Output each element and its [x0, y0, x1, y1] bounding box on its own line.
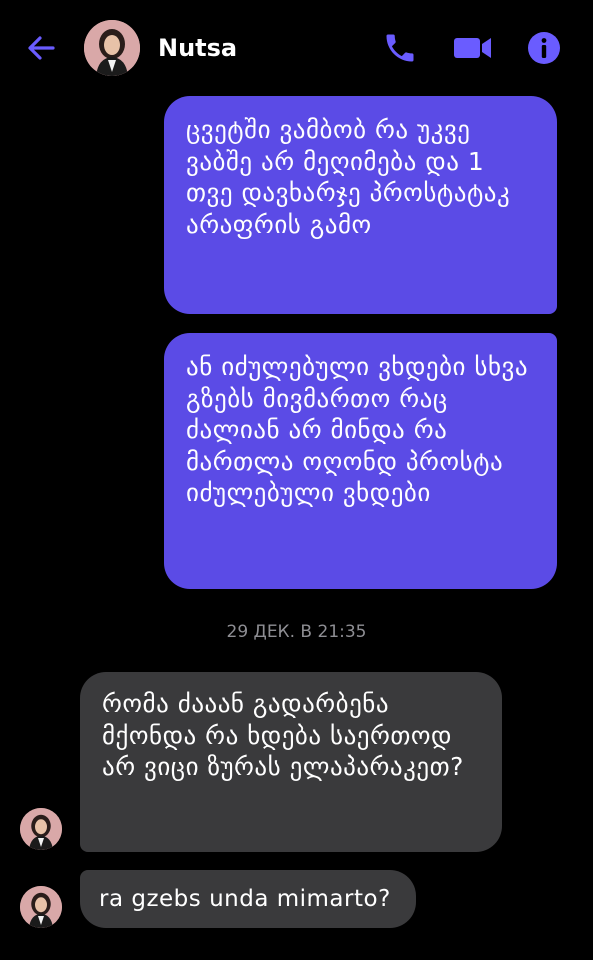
sent-message-bubble[interactable]: ცვეტში ვამბობ რა უკვე ვაბშე არ მეღიმება … [164, 96, 557, 314]
chat-header: Nutsa [0, 0, 593, 96]
received-message-bubble[interactable]: რომა ძააან გადარბენა მქონდა რა ხდება საე… [80, 672, 502, 852]
info-button[interactable] [526, 30, 562, 66]
arrow-left-icon [28, 36, 55, 60]
sender-avatar[interactable] [20, 886, 62, 928]
avatar-image [84, 20, 140, 76]
phone-icon [386, 34, 414, 62]
back-button[interactable] [22, 28, 62, 68]
sent-message-bubble[interactable]: ან იძულებული ვხდები სხვა გზებს მივმართო … [164, 333, 557, 589]
video-camera-icon [454, 38, 491, 58]
avatar-image [20, 886, 62, 928]
video-call-button[interactable] [452, 30, 494, 66]
received-message-bubble[interactable]: ra gzebs unda mimarto? [80, 870, 416, 928]
contact-avatar[interactable] [84, 20, 140, 76]
call-button[interactable] [382, 30, 418, 66]
avatar-image [20, 808, 62, 850]
info-icon [528, 32, 560, 64]
message-timestamp: 29 ДЕК. В 21:35 [226, 622, 367, 642]
sender-avatar[interactable] [20, 808, 62, 850]
contact-name[interactable]: Nutsa [158, 32, 237, 64]
